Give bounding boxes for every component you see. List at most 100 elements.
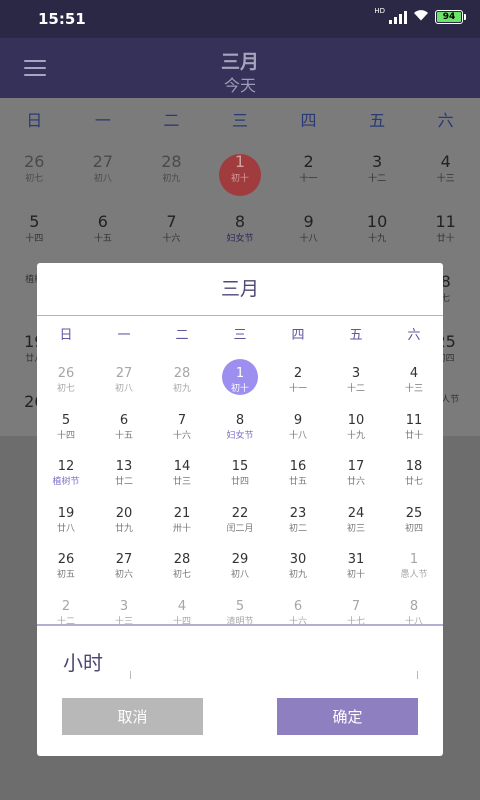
day-number: 27 [115, 366, 133, 381]
day-cell[interactable]: 11 廿十 [385, 404, 443, 451]
day-number: 26 [57, 552, 75, 567]
day-number: 27 [115, 552, 133, 567]
day-number: 5 [29, 212, 40, 231]
bg-day-cell: 27 初八 [69, 144, 138, 204]
day-cell[interactable]: 22 闰二月 [211, 497, 269, 544]
day-cell[interactable]: 24 初三 [327, 497, 385, 544]
cancel-button[interactable]: 取消 [62, 698, 203, 735]
day-cell[interactable]: 4 十四 [153, 590, 211, 637]
battery-level: 94 [437, 12, 461, 22]
bg-day-cell: 4 十三 [411, 144, 480, 204]
status-bar: 15:51 HD 94 [0, 0, 480, 38]
dialog-weekday: 四 [291, 328, 305, 343]
day-cell[interactable]: 3 十二 [327, 357, 385, 404]
day-number: 10 [347, 412, 365, 428]
day-cell[interactable]: 13 廿二 [95, 450, 153, 497]
day-cell[interactable]: 10 十九 [327, 404, 385, 451]
day-number: 11 [435, 212, 456, 231]
day-cell[interactable]: 30 初九 [269, 543, 327, 590]
day-cell[interactable]: 7 十六 [153, 404, 211, 451]
day-cell[interactable]: 26 初七 [37, 357, 95, 404]
day-cell[interactable]: 2 十一 [269, 357, 327, 404]
lunar-label: 十四 [25, 234, 44, 244]
app-bar: 三月 今天 [0, 38, 480, 98]
day-cell[interactable]: 5 清明节 [211, 590, 269, 637]
day-number: 21 [173, 505, 191, 521]
day-number: 3 [119, 598, 129, 614]
day-cell[interactable]: 25 初四 [385, 497, 443, 544]
bg-week-row: 26 初七 27 初八 28 初九 1 初十 2 十一 3 十二 4 十三 [0, 144, 480, 204]
dialog-weekday: 二 [175, 328, 189, 343]
lunar-label: 初三 [346, 523, 365, 534]
wifi-icon [413, 9, 429, 25]
day-cell[interactable]: 18 廿七 [385, 450, 443, 497]
day-cell[interactable]: 8 妇女节 [211, 404, 269, 451]
day-cell[interactable]: 15 廿四 [211, 450, 269, 497]
day-number: 7 [351, 598, 361, 614]
day-cell[interactable]: 23 初二 [269, 497, 327, 544]
day-cell[interactable]: 7 十七 [327, 590, 385, 637]
day-cell[interactable]: 6 十五 [95, 404, 153, 451]
day-cell[interactable]: 6 十六 [269, 590, 327, 637]
day-number: 6 [293, 598, 303, 614]
bg-weekday: 日 [26, 111, 43, 130]
day-cell[interactable]: 5 十四 [37, 404, 95, 451]
lunar-label: 初四 [404, 523, 423, 534]
day-number: 29 [231, 552, 249, 567]
dialog-week-row: 26 初七 27 初八 28 初九 1 初十 2 十一 3 十二 4 十三 [37, 357, 443, 404]
day-cell[interactable]: 4 十三 [385, 357, 443, 404]
lunar-label: 廿八 [56, 523, 75, 534]
lunar-label: 十九 [346, 430, 365, 441]
day-number: 6 [119, 412, 129, 428]
day-cell[interactable]: 14 廿三 [153, 450, 211, 497]
day-cell[interactable]: 28 初九 [153, 357, 211, 404]
day-cell[interactable]: 31 初十 [327, 543, 385, 590]
day-cell[interactable]: 26 初五 [37, 543, 95, 590]
day-number: 9 [293, 412, 303, 428]
day-number: 14 [173, 459, 191, 474]
day-cell[interactable]: 12 植树节 [37, 450, 95, 497]
lunar-label: 初九 [172, 384, 191, 394]
day-number: 3 [372, 152, 383, 171]
day-cell[interactable]: 19 廿八 [37, 497, 95, 544]
day-cell[interactable]: 21 卅十 [153, 497, 211, 544]
day-number: 18 [405, 459, 423, 474]
day-number: 10 [366, 212, 388, 231]
lunar-label: 初八 [93, 174, 112, 184]
day-number: 4 [177, 598, 187, 614]
bg-day-cell: 7 十六 [137, 204, 206, 264]
day-cell[interactable]: 27 初六 [95, 543, 153, 590]
day-cell[interactable]: 2 十二 [37, 590, 95, 637]
day-cell[interactable]: 1 愚人节 [385, 543, 443, 590]
day-cell[interactable]: 27 初八 [95, 357, 153, 404]
bg-day-cell: 8 妇女节 [206, 204, 275, 264]
day-cell[interactable]: 8 十八 [385, 590, 443, 637]
day-number: 28 [173, 552, 191, 567]
day-cell[interactable]: 17 廿六 [327, 450, 385, 497]
day-number: 7 [177, 412, 187, 428]
selected-day-cell[interactable]: 1 初十 [211, 357, 269, 404]
lunar-label: 十八 [288, 430, 307, 441]
day-cell[interactable]: 29 初八 [211, 543, 269, 590]
lunar-label: 廿七 [404, 477, 423, 487]
dialog-weekday-header: 日一二三四五六 [37, 317, 443, 355]
lunar-label: 愚人节 [400, 570, 428, 580]
today-button[interactable]: 今天 [0, 72, 480, 96]
day-cell[interactable]: 9 十八 [269, 404, 327, 451]
lunar-label: 十五 [114, 430, 133, 441]
hour-picker[interactable] [130, 671, 418, 679]
day-number: 11 [405, 412, 423, 428]
day-number: 2 [303, 152, 314, 171]
confirm-button[interactable]: 确定 [277, 698, 418, 735]
day-number: 5 [61, 412, 71, 428]
day-number: 8 [234, 212, 246, 231]
battery-icon: 94 [435, 10, 466, 24]
day-number: 24 [347, 505, 365, 521]
day-cell[interactable]: 16 廿五 [269, 450, 327, 497]
day-cell[interactable]: 28 初七 [153, 543, 211, 590]
day-cell[interactable]: 3 十三 [95, 590, 153, 637]
lunar-label: 十二 [368, 174, 387, 184]
bg-weekday: 三 [231, 111, 248, 130]
day-cell[interactable]: 20 廿九 [95, 497, 153, 544]
day-number: 8 [235, 412, 245, 428]
